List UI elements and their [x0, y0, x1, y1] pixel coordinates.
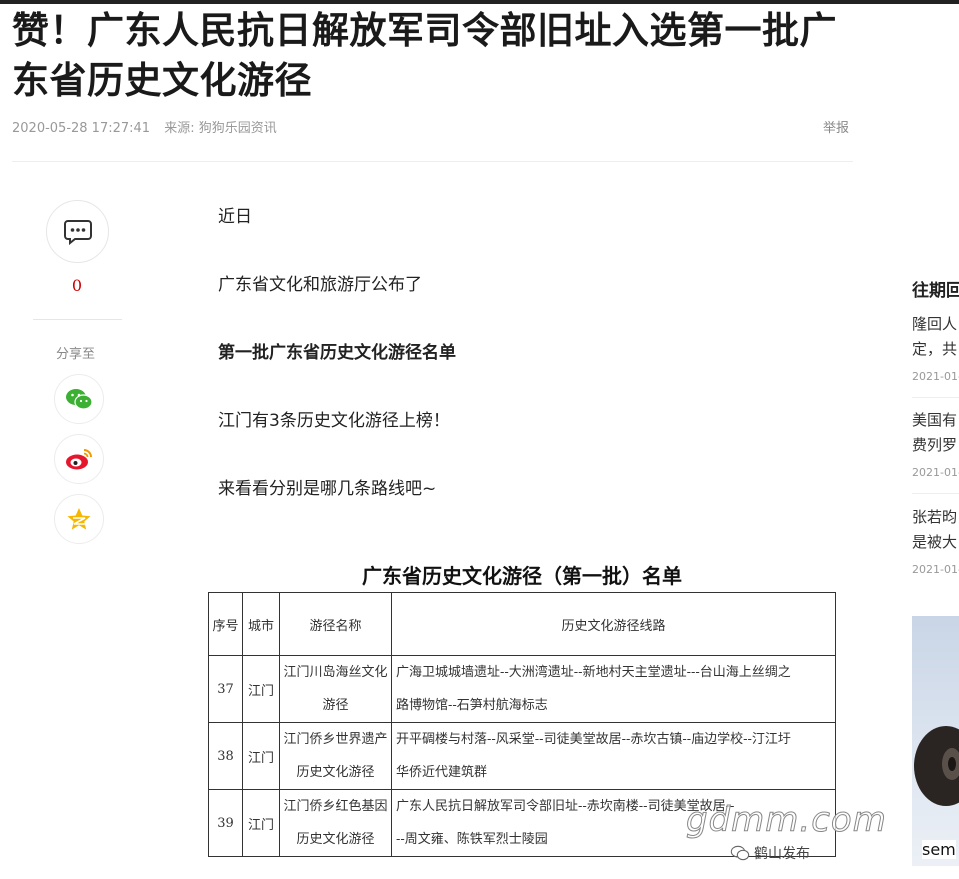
- sidebar-news-title[interactable]: 定，共: [912, 337, 959, 362]
- row-number: 38: [208, 722, 243, 790]
- image-source-tag: 鹤山发布: [730, 843, 810, 863]
- share-label: 分享至: [56, 347, 96, 362]
- column-header: 游径名称: [279, 592, 392, 656]
- row-city: 江门: [242, 655, 280, 723]
- article-meta: 2020-05-28 17:27:41 来源: 狗狗乐园资讯: [12, 117, 287, 136]
- share-divider: [33, 319, 122, 320]
- row-city: 江门: [242, 789, 280, 857]
- comment-count: 0: [71, 276, 83, 295]
- image-source-label: 鹤山发布: [754, 846, 810, 862]
- sidebar-news-date: 2021-01-: [912, 466, 959, 479]
- sidebar-news-title[interactable]: 费列罗: [912, 433, 959, 458]
- sidebar-news-date: 2021-01-: [912, 370, 959, 383]
- sidebar-divider: [912, 397, 959, 398]
- sidebar-news-title[interactable]: 美国有: [912, 408, 959, 433]
- article-paragraph-bold: 第一批广东省历史文化游径名单: [218, 343, 456, 363]
- article-source: 来源: 狗狗乐园资讯: [164, 121, 277, 136]
- sidebar-news-item[interactable]: 隆回人 定，共 2021-01-: [912, 312, 959, 383]
- sidebar-divider: [912, 493, 959, 494]
- column-header: 序号: [208, 592, 243, 656]
- sidebar-news-title[interactable]: 隆回人: [912, 312, 959, 337]
- sidebar-news-item[interactable]: 张若昀 是被大 2021-01-: [912, 505, 959, 576]
- table-row: 37 江门 江门川岛海丝文化 游径 广海卫城城墙遗址--大洲湾遗址--新地村天主堂…: [208, 655, 836, 723]
- wechat-icon: [66, 389, 93, 410]
- top-nav-bar: [0, 0, 959, 4]
- sidebar-ad[interactable]: sem: [912, 616, 959, 866]
- article-paragraph: 近日: [218, 207, 252, 227]
- article-paragraph: 来看看分别是哪几条路线吧~: [218, 479, 437, 499]
- ad-caption: sem: [922, 840, 956, 859]
- wechat-icon: [730, 845, 750, 861]
- column-header: 城市: [242, 592, 280, 656]
- row-route-path: 广海卫城城墙遗址--大洲湾遗址--新地村天主堂遗址---台山海上丝绸之 路博物馆-…: [391, 655, 836, 723]
- share-wechat-button[interactable]: [54, 374, 104, 424]
- article-paragraph: 广东省文化和旅游厅公布了: [218, 275, 422, 295]
- sidebar-news-title[interactable]: 张若昀: [912, 505, 959, 530]
- route-list-title: 广东省历史文化游径（第一批）名单: [362, 564, 682, 588]
- share-qzone-button[interactable]: [54, 494, 104, 544]
- comment-bubble-icon: [63, 219, 92, 245]
- report-link[interactable]: 举报: [823, 117, 849, 136]
- row-route-name: 江门川岛海丝文化 游径: [279, 655, 392, 723]
- column-header: 历史文化游径线路: [391, 592, 836, 656]
- article-title: 赞！广东人民抗日解放军司令部旧址入选第一批广 东省历史文化游径: [12, 6, 862, 106]
- row-number: 39: [208, 789, 243, 857]
- row-city: 江门: [242, 722, 280, 790]
- sidebar-news-item[interactable]: 美国有 费列罗 2021-01-: [912, 408, 959, 479]
- sidebar-news-date: 2021-01-: [912, 563, 959, 576]
- header-divider: [12, 161, 853, 162]
- row-number: 37: [208, 655, 243, 723]
- comment-button[interactable]: [46, 200, 109, 263]
- sidebar-news-title[interactable]: 是被大: [912, 530, 959, 555]
- table-header-row: 序号 城市 游径名称 历史文化游径线路: [208, 592, 836, 656]
- article-paragraph: 江门有3条历史文化游径上榜！: [218, 411, 450, 431]
- article-title-line1: 赞！广东人民抗日解放军司令部旧址入选第一批广: [12, 9, 837, 52]
- qzone-star-icon: [67, 508, 91, 530]
- row-route-name: 江门侨乡世界遗产 历史文化游径: [279, 722, 392, 790]
- publish-datetime: 2020-05-28 17:27:41: [12, 121, 151, 136]
- sidebar-heading: 往期回: [912, 281, 959, 301]
- ad-product-image: [914, 726, 959, 806]
- row-route-name: 江门侨乡红色基因 历史文化游径: [279, 789, 392, 857]
- route-list-table: 序号 城市 游径名称 历史文化游径线路 37 江门 江门川岛海丝文化 游径 广海卫…: [208, 592, 836, 857]
- table-row: 38 江门 江门侨乡世界遗产 历史文化游径 开平碉楼与村落--风采堂--司徒美堂故…: [208, 722, 836, 790]
- weibo-icon: [66, 449, 92, 470]
- share-weibo-button[interactable]: [54, 434, 104, 484]
- row-route-path: 开平碉楼与村落--风采堂--司徒美堂故居--赤坎古镇--庙边学校--汀江圩 华侨近…: [391, 722, 836, 790]
- article-title-line2: 东省历史文化游径: [12, 59, 312, 102]
